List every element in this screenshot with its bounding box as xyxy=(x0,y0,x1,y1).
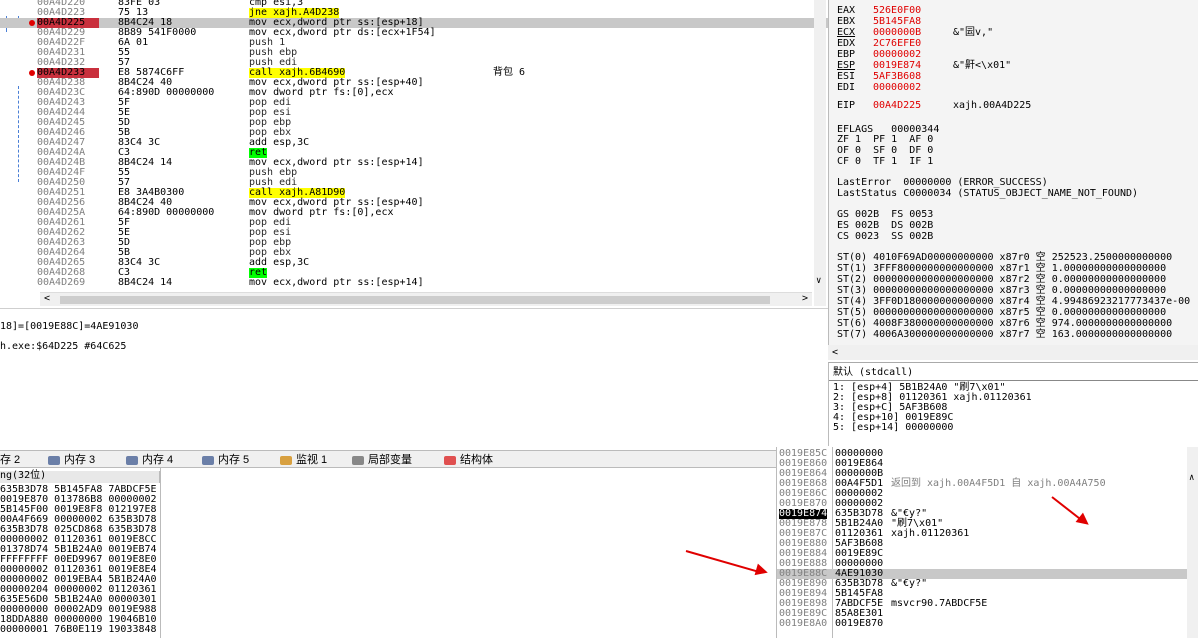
info-pane: 18]=[0019E88C]=4AE91030 h.exe:$64D225 #6… xyxy=(0,308,828,448)
info-line-2: h.exe:$64D225 #64C625 xyxy=(0,341,127,352)
fpu-row: ST(5) 00000000000000000000 x87r5 空 0.000… xyxy=(837,307,1167,318)
register-name: EBP xyxy=(837,49,856,60)
fpu-row: ST(0) 4010F69AD00000000000 x87r0 空 25252… xyxy=(837,252,1173,263)
segment-row: CS 0023 SS 002B xyxy=(837,231,934,242)
tab-7[interactable]: 结构体 xyxy=(444,453,493,467)
register-name: ECX xyxy=(837,27,856,38)
stack-vertical-scrollbar[interactable]: ∧ xyxy=(1187,447,1198,638)
struct-icon xyxy=(444,455,456,465)
register-comment: xajh.00A4D225 xyxy=(953,100,1032,111)
segment-row: ES 002B DS 002B xyxy=(837,220,934,231)
tab-3[interactable]: 内存 4 xyxy=(126,453,173,467)
tab-label: 内存 5 xyxy=(218,454,250,466)
fpu-row: ST(3) 00000000000000000000 x87r3 空 0.000… xyxy=(837,285,1167,296)
disasm-address: 00A4D269 xyxy=(37,277,86,288)
register-name: ESP xyxy=(837,60,856,71)
breakpoint-icon[interactable] xyxy=(29,70,35,76)
fpu-row: ST(7) 4006A300000000000000 x87r7 空 163.0… xyxy=(837,329,1173,340)
dump-column-header: ng(32位) xyxy=(0,471,160,483)
laststatus-value: LastStatus C0000034 (STATUS_OBJECT_NAME_… xyxy=(837,188,1139,199)
call-convention-header[interactable]: 默认 (stdcall) xyxy=(833,368,913,378)
locals-icon xyxy=(352,455,364,465)
tab-label: 存 2 xyxy=(0,454,21,466)
scroll-right-icon[interactable]: > xyxy=(802,293,808,304)
scroll-thumb[interactable] xyxy=(60,296,770,304)
stack-value: 0019E870 xyxy=(835,618,884,629)
register-name: ESI xyxy=(837,71,856,82)
tab-label: 内存 4 xyxy=(142,454,174,466)
lasterror-value: LastError 00000000 (ERROR_SUCCESS) xyxy=(837,177,1048,188)
stack-address: 0019E8A0 xyxy=(779,618,828,629)
call-convention-pane: 默认 (stdcall) 1: [esp+4] 5B1B24A0 "刷7\x01… xyxy=(828,362,1198,446)
disasm-bytes: 64:890D 00000000 xyxy=(118,207,215,218)
breakpoint-icon[interactable] xyxy=(29,20,35,26)
dump-row[interactable]: 00000001 76B0E119 19033848 xyxy=(0,625,157,635)
tab-1[interactable]: 存 2 xyxy=(0,453,20,467)
disasm-row[interactable]: 00A4D269 8B4C24 14 mov ecx,dword ptr ss:[e… xyxy=(0,278,828,288)
tab-2[interactable]: 内存 3 xyxy=(48,453,95,467)
disasm-instruction: mov ecx,dword ptr ss:[esp+14] xyxy=(249,277,424,288)
stack-comment: xajh.01120361 xyxy=(891,528,970,539)
disasm-horizontal-scrollbar[interactable]: < > xyxy=(40,292,812,306)
tab-label: 局部变量 xyxy=(368,454,412,466)
stack-comment: 返回到 xajh.00A4F5D1 自 xajh.00A4A750 xyxy=(891,478,1106,489)
register-name: EDX xyxy=(837,38,856,49)
fpu-row: ST(2) 00000000000000000000 x87r2 空 0.000… xyxy=(837,274,1167,285)
register-value: 5AF3B608 xyxy=(873,71,922,82)
register-name: EIP xyxy=(837,100,856,111)
stack-comment: msvcr90.7ABDCF5E xyxy=(891,598,988,609)
register-name: EDI xyxy=(837,82,856,93)
fpu-row: ST(1) 3FFF8000000000000000 x87r1 空 1.000… xyxy=(837,263,1167,274)
tab-label: 内存 3 xyxy=(64,454,96,466)
watch-icon xyxy=(280,455,292,465)
memory-icon xyxy=(202,455,214,465)
register-value: 00000002 xyxy=(873,82,922,93)
disasm-vertical-scrollbar[interactable]: ∨ xyxy=(814,0,826,306)
register-value: 2C76EFE0 xyxy=(873,38,922,49)
register-name: EAX xyxy=(837,5,856,16)
regs-horizontal-scrollbar[interactable]: < xyxy=(828,345,1198,360)
flag-row: OF 0 SF 0 DF 0 xyxy=(837,145,934,156)
info-line-1: 18]=[0019E88C]=4AE91030 xyxy=(0,321,139,332)
tab-4[interactable]: 内存 5 xyxy=(202,453,249,467)
registers-pane[interactable]: EAX 526E0F00 EBX 5B145FA8 ECX 0000000B &"囩v," E… xyxy=(828,0,1198,345)
fpu-row: ST(4) 3FF0D180000000000000 x87r4 空 4.994… xyxy=(837,296,1191,307)
register-comment: &"鼾<\x01" xyxy=(953,60,1012,71)
memory-dump-pane[interactable]: ng(32位) 635B3D78 5B145FA8 7ABDCF5E 0019E8… xyxy=(0,468,776,638)
stack-row[interactable]: 0019E8A0 0019E870 xyxy=(777,619,1198,629)
chevron-down-icon[interactable]: ∨ xyxy=(816,276,821,286)
stack-comment: &"€y?" xyxy=(891,578,928,589)
register-value: 5B145FA8 xyxy=(873,16,922,27)
scroll-left-icon[interactable]: < xyxy=(832,347,838,358)
memory-icon xyxy=(48,455,60,465)
register-value: 00000002 xyxy=(873,49,922,60)
disasm-comment: 背包 6 xyxy=(493,67,526,78)
register-value: 0019E874 xyxy=(873,60,922,71)
divider xyxy=(160,468,161,638)
memory-icon xyxy=(126,455,138,465)
disassembly-pane[interactable]: 00A4D220 83FE 03 cmp esi,3 00A4D223 75 13 jne… xyxy=(0,0,828,292)
flag-row: ZF 1 PF 1 AF 0 xyxy=(837,134,934,145)
register-value: 0000000B xyxy=(873,27,922,38)
register-name: EBX xyxy=(837,16,856,27)
fpu-row: ST(6) 4008F380000000000000 x87r6 空 974.0… xyxy=(837,318,1173,329)
stack-pane[interactable]: 0019E85C 00000000 0019E860 0019E864 0019E864… xyxy=(776,447,1198,638)
register-comment: &"囩v," xyxy=(953,27,994,38)
disasm-bytes: 64:890D 00000000 xyxy=(118,87,215,98)
tab-5[interactable]: 监视 1 xyxy=(280,453,327,467)
disasm-bytes: 8B4C24 14 xyxy=(118,277,173,288)
tab-label: 监视 1 xyxy=(296,454,328,466)
register-value: 00A4D225 xyxy=(873,100,922,111)
segment-row: GS 002B FS 0053 xyxy=(837,209,934,220)
register-value: 526E0F00 xyxy=(873,5,922,16)
tab-label: 结构体 xyxy=(460,454,493,466)
call-argument-row[interactable]: 5: [esp+14] 00000000 xyxy=(833,423,953,433)
tab-6[interactable]: 局部变量 xyxy=(352,453,412,467)
flag-row: CF 0 TF 1 IF 1 xyxy=(837,156,934,167)
divider xyxy=(829,380,1198,381)
chevron-up-icon[interactable]: ∧ xyxy=(1189,473,1194,483)
scroll-left-icon[interactable]: < xyxy=(44,293,50,304)
dump-tab-bar: 存 2 内存 3 内存 4 内存 5 监视 1 局部变量 结构体 xyxy=(0,450,776,468)
